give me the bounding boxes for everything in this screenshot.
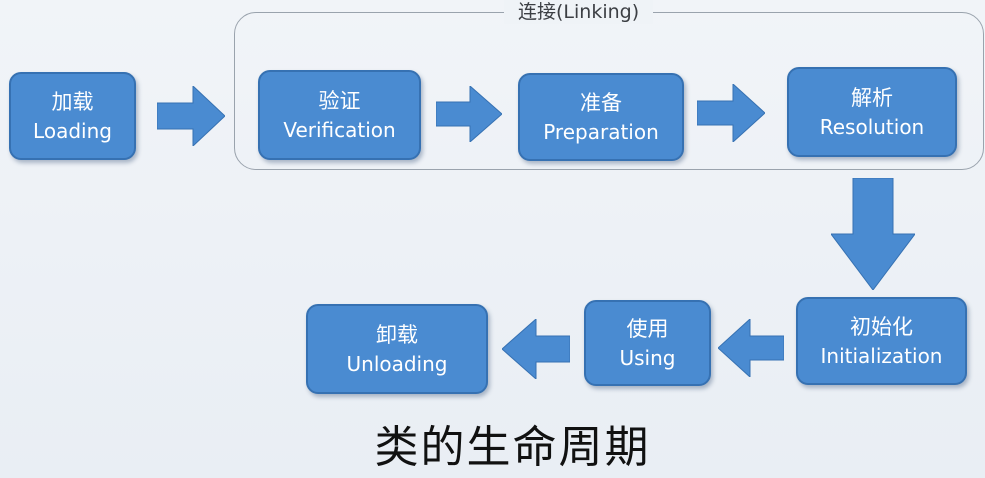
arrow-right-icon bbox=[157, 86, 225, 146]
stage-verification: 验证 Verification bbox=[258, 70, 421, 160]
stage-loading: 加载 Loading bbox=[9, 72, 136, 160]
stage-unloading-en: Unloading bbox=[346, 352, 448, 376]
diagram-caption: 类的生命周期 bbox=[0, 420, 985, 476]
stage-loading-zh: 加载 bbox=[51, 90, 94, 114]
arrow-left-icon bbox=[502, 319, 570, 379]
stage-unloading: 卸载 Unloading bbox=[306, 304, 488, 394]
stage-verification-en: Verification bbox=[283, 118, 396, 142]
stage-using: 使用 Using bbox=[584, 300, 711, 386]
arrow-left-icon bbox=[718, 319, 784, 377]
diagram-canvas: 连接(Linking) 加载 Loading 验证 Verification 准… bbox=[0, 0, 985, 478]
stage-loading-en: Loading bbox=[33, 119, 112, 143]
arrow-down-icon bbox=[831, 178, 915, 290]
stage-resolution-en: Resolution bbox=[819, 115, 925, 139]
stage-preparation-zh: 准备 bbox=[580, 91, 622, 115]
arrow-right-icon bbox=[697, 84, 765, 142]
stage-using-en: Using bbox=[619, 346, 676, 370]
stage-initialization: 初始化 Initialization bbox=[796, 297, 967, 385]
stage-preparation-en: Preparation bbox=[543, 120, 659, 144]
stage-using-zh: 使用 bbox=[626, 317, 669, 341]
stage-initialization-zh: 初始化 bbox=[850, 315, 913, 339]
stage-resolution: 解析 Resolution bbox=[787, 67, 957, 157]
diagram-caption-text: 类的生命周期 bbox=[374, 422, 651, 473]
stage-preparation: 准备 Preparation bbox=[518, 73, 684, 161]
linking-group-label: 连接(Linking) bbox=[504, 0, 654, 24]
stage-resolution-zh: 解析 bbox=[851, 86, 893, 110]
stage-unloading-zh: 卸载 bbox=[376, 323, 418, 347]
stage-verification-zh: 验证 bbox=[318, 89, 361, 113]
arrow-right-icon bbox=[436, 86, 502, 142]
stage-initialization-en: Initialization bbox=[820, 344, 943, 368]
